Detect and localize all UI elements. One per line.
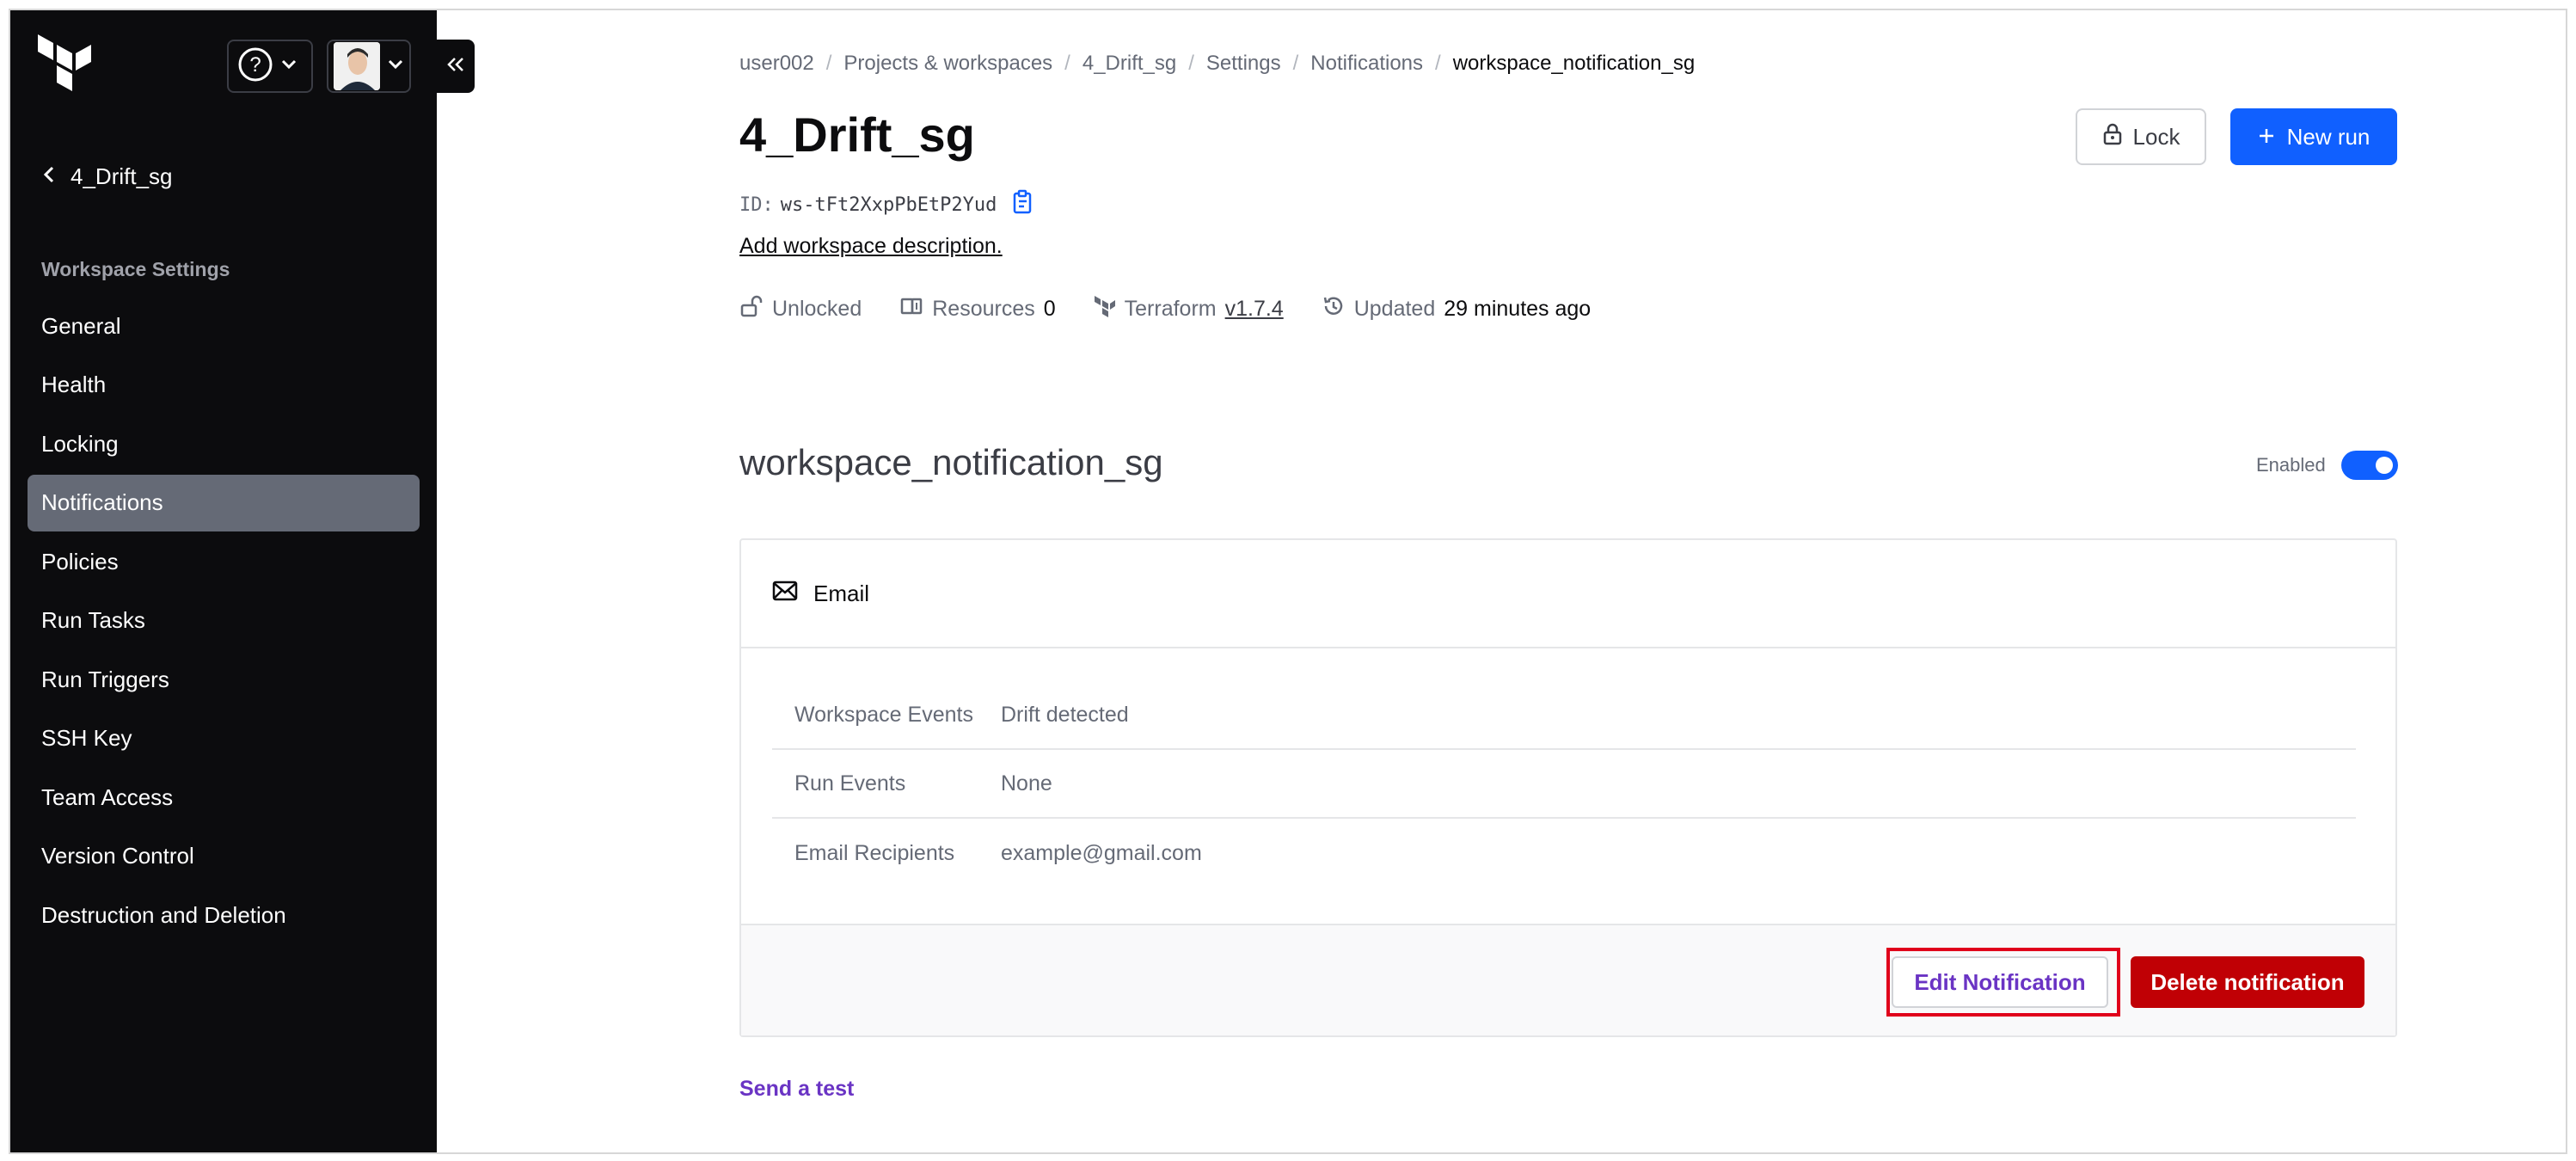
breadcrumb-separator: / xyxy=(1435,52,1441,75)
breadcrumb: user002 / Projects & workspaces / 4_Drif… xyxy=(739,52,1695,76)
breadcrumb-current: workspace_notification_sg xyxy=(1452,52,1696,75)
sidebar-item-destruction-and-deletion[interactable]: Destruction and Deletion xyxy=(28,887,420,943)
notification-details: Workspace Events Drift detected Run Even… xyxy=(772,681,2356,888)
updated-label: Updated xyxy=(1353,297,1436,321)
new-run-button[interactable]: New run xyxy=(2230,108,2397,165)
resources-icon xyxy=(899,294,923,324)
terraform-icon xyxy=(1094,294,1116,324)
lock-status-label: Unlocked xyxy=(772,297,862,321)
detail-key: Workspace Events xyxy=(794,702,973,727)
detail-row: Email Recipients example@gmail.com xyxy=(772,819,2356,888)
chevron-down-icon xyxy=(280,58,297,75)
top-controls: ? xyxy=(227,40,411,93)
detail-row: Run Events None xyxy=(772,750,2356,819)
sidebar-item-run-triggers[interactable]: Run Triggers xyxy=(28,651,420,708)
sidebar-section-title: Workspace Settings xyxy=(41,258,230,280)
terraform-version-link[interactable]: v1.7.4 xyxy=(1225,297,1284,322)
workspace-id-label: ID: xyxy=(739,194,774,216)
collapse-sidebar-button[interactable] xyxy=(437,40,475,93)
terraform-logo-icon[interactable] xyxy=(34,34,96,103)
send-test-link[interactable]: Send a test xyxy=(739,1077,854,1102)
delete-notification-button[interactable]: Delete notification xyxy=(2131,956,2364,1008)
chevron-left-icon xyxy=(43,163,55,190)
detail-key: Run Events xyxy=(794,771,906,796)
new-run-label: New run xyxy=(2286,123,2371,150)
help-menu-button[interactable]: ? xyxy=(227,40,313,93)
detail-value: example@gmail.com xyxy=(1001,840,1202,865)
breadcrumb-separator: / xyxy=(1188,52,1194,75)
enabled-label: Enabled xyxy=(2256,454,2326,476)
history-icon xyxy=(1322,294,1346,324)
workspace-meta: Unlocked Resources 0 Terraform v1.7.4 Up… xyxy=(739,294,1591,324)
user-menu-button[interactable] xyxy=(327,40,411,93)
sidebar-item-notifications[interactable]: Notifications xyxy=(28,474,420,531)
toggle-knob xyxy=(2375,457,2393,474)
settings-nav: General Health Locking Notifications Pol… xyxy=(28,298,420,946)
lock-status: Unlocked xyxy=(739,294,862,324)
last-updated: Updated 29 minutes ago xyxy=(1322,294,1591,324)
svg-text:?: ? xyxy=(249,53,261,77)
back-to-workspace-link[interactable]: 4_Drift_sg xyxy=(43,163,173,190)
chevron-down-icon xyxy=(387,58,404,75)
page-title: 4_Drift_sg xyxy=(739,108,975,162)
app-window: ? 4_Drift_sg Workspace Settings General … xyxy=(9,9,2567,1154)
sidebar-item-locking[interactable]: Locking xyxy=(28,415,420,472)
enabled-toggle[interactable] xyxy=(2340,451,2398,480)
detail-row: Workspace Events Drift detected xyxy=(772,681,2356,750)
detail-value: Drift detected xyxy=(1001,702,1129,727)
sidebar-item-policies[interactable]: Policies xyxy=(28,533,420,590)
terraform-label: Terraform xyxy=(1124,297,1217,321)
breadcrumb-item-settings[interactable]: Settings xyxy=(1206,52,1281,76)
lock-button-label: Lock xyxy=(2132,123,2180,150)
sidebar-item-general[interactable]: General xyxy=(28,298,420,354)
resources-value: 0 xyxy=(1043,297,1056,321)
detail-value: None xyxy=(1001,771,1052,796)
avatar xyxy=(334,42,380,90)
sidebar: ? 4_Drift_sg Workspace Settings General … xyxy=(10,10,437,1152)
breadcrumb-separator: / xyxy=(1064,52,1070,75)
add-description-link[interactable]: Add workspace description. xyxy=(739,234,1003,259)
breadcrumb-item-projects[interactable]: Projects & workspaces xyxy=(843,52,1052,76)
question-circle-icon: ? xyxy=(237,46,273,87)
lock-icon xyxy=(2102,122,2123,152)
breadcrumb-separator: / xyxy=(1292,52,1299,75)
sidebar-item-version-control[interactable]: Version Control xyxy=(28,828,420,885)
sidebar-item-run-tasks[interactable]: Run Tasks xyxy=(28,593,420,649)
notification-title: workspace_notification_sg xyxy=(739,442,1163,482)
edit-notification-button[interactable]: Edit Notification xyxy=(1892,956,2108,1008)
updated-value: 29 minutes ago xyxy=(1444,297,1592,321)
resources-count: Resources 0 xyxy=(899,294,1056,324)
breadcrumb-separator: / xyxy=(825,52,832,75)
sidebar-item-team-access[interactable]: Team Access xyxy=(28,769,420,826)
double-chevron-left-icon xyxy=(446,56,465,77)
mail-icon xyxy=(772,580,798,608)
workspace-id: ID: ws-tFt2XxpPbEtP2Yud xyxy=(739,189,1034,220)
unlock-icon xyxy=(739,294,764,324)
terraform-version: Terraform v1.7.4 xyxy=(1094,294,1284,324)
copy-clipboard-icon[interactable] xyxy=(1012,189,1034,220)
breadcrumb-item-notifications[interactable]: Notifications xyxy=(1310,52,1423,76)
detail-key: Email Recipients xyxy=(794,840,955,865)
notification-type-label: Email xyxy=(813,580,870,606)
enabled-toggle-wrap: Enabled xyxy=(2256,451,2398,480)
notification-actions: Edit Notification Delete notification xyxy=(741,924,2395,1035)
notification-type-header: Email xyxy=(741,540,2395,648)
notification-card: Email Workspace Events Drift detected Ru… xyxy=(739,538,2397,1037)
plus-icon xyxy=(2258,124,2275,150)
workspace-id-value: ws-tFt2XxpPbEtP2Yud xyxy=(780,194,997,216)
sidebar-item-ssh-key[interactable]: SSH Key xyxy=(28,710,420,767)
lock-workspace-button[interactable]: Lock xyxy=(2076,108,2206,165)
breadcrumb-item-workspace[interactable]: 4_Drift_sg xyxy=(1083,52,1176,76)
breadcrumb-item-org[interactable]: user002 xyxy=(739,52,814,76)
back-link-label: 4_Drift_sg xyxy=(71,163,173,189)
sidebar-item-health[interactable]: Health xyxy=(28,357,420,414)
resources-label: Resources xyxy=(932,297,1035,321)
